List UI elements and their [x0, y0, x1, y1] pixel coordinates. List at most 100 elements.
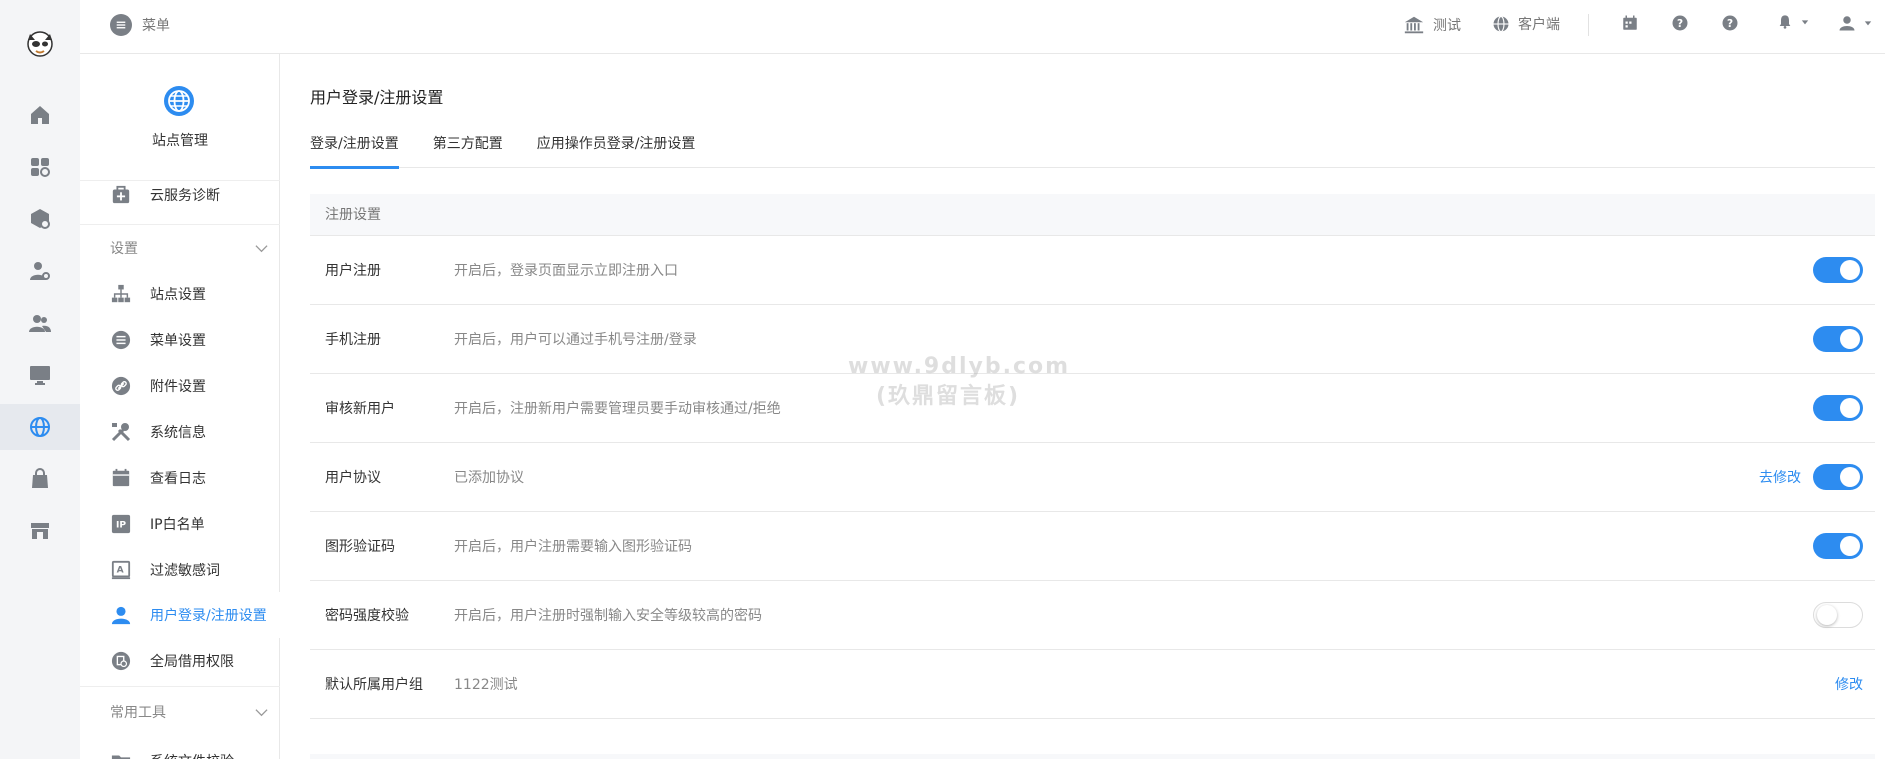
setting-description: 开启后，用户注册需要输入图形验证码 — [454, 539, 692, 555]
tab-operator-login[interactable]: 应用操作员登录/注册设置 — [537, 128, 696, 168]
rail-user-settings-icon[interactable] — [0, 248, 80, 294]
sidebar-group-settings[interactable]: 设置 — [110, 228, 280, 268]
sidebar-item-menu-settings[interactable]: 菜单设置 — [110, 317, 280, 363]
setting-description: 开启后，用户注册时强制输入安全等级较高的密码 — [454, 608, 762, 624]
tools-icon — [110, 421, 132, 443]
sidebar-item-label: 附件设置 — [150, 379, 206, 395]
topbar-item-test[interactable]: 测试 — [1403, 14, 1461, 36]
sidebar-item-label: 查看日志 — [150, 471, 206, 487]
group-label: 常用工具 — [110, 705, 166, 721]
setting-label: 密码强度校验 — [325, 608, 409, 624]
setting-row-captcha: 图形验证码 开启后，用户注册需要输入图形验证码 — [310, 512, 1875, 581]
rail-globe-icon[interactable] — [0, 404, 80, 450]
user-icon — [1839, 16, 1855, 31]
sidebar-item-label: 过滤敏感词 — [150, 563, 220, 579]
setting-row-user-register: 用户注册 开启后，登录页面显示立即注册入口 — [310, 236, 1875, 305]
group-label: 设置 — [110, 241, 138, 257]
bank-icon — [1404, 16, 1424, 34]
rail-box-settings-icon[interactable] — [0, 196, 80, 242]
icon-rail — [0, 0, 80, 759]
sidebar-item-cloud-diagnosis[interactable]: 云服务诊断 — [110, 172, 280, 218]
app-logo[interactable] — [22, 24, 58, 60]
sidebar-item-ip-whitelist[interactable]: IP IP白名单 — [110, 501, 280, 547]
password-strength-toggle[interactable] — [1813, 602, 1863, 628]
sidebar-item-system-file-check[interactable]: 系统文件校验 — [110, 738, 280, 759]
bell-icon — [1779, 15, 1791, 29]
tab-bar: 登录/注册设置 第三方配置 应用操作员登录/注册设置 — [310, 128, 1875, 169]
topbar-item-client[interactable]: 客户端 — [1492, 14, 1560, 34]
setting-description: 1122测试 — [454, 677, 518, 693]
help-button[interactable]: ? — [1671, 14, 1689, 32]
globe-icon — [1493, 15, 1509, 33]
divider — [80, 686, 280, 687]
review-new-user-toggle[interactable] — [1813, 395, 1863, 421]
svg-text:A: A — [117, 566, 124, 576]
topbar-divider — [1588, 14, 1589, 36]
calendar-button[interactable] — [1621, 14, 1639, 32]
rail-apps-icon[interactable] — [0, 144, 80, 190]
setting-row-user-agreement: 用户协议 已添加协议 去修改 — [310, 443, 1875, 512]
sidebar-item-attachment-settings[interactable]: 附件设置 — [110, 363, 280, 409]
sidebar-item-label: IP白名单 — [150, 517, 205, 533]
setting-description: 开启后，用户可以通过手机号注册/登录 — [454, 332, 697, 348]
menu-label: 菜单 — [142, 18, 170, 34]
rail-bag-icon[interactable] — [0, 456, 80, 502]
topbar-item-label: 测试 — [1433, 18, 1461, 34]
help-button-2[interactable]: ? — [1721, 14, 1739, 32]
sidebar-title: 站点管理 — [152, 133, 208, 149]
user-menu-button[interactable] — [1838, 14, 1872, 32]
filter-icon: A — [110, 559, 132, 581]
ip-icon: IP — [110, 513, 132, 535]
sidebar-item-view-logs[interactable]: 查看日志 — [110, 455, 280, 501]
sidebar-item-label: 站点设置 — [150, 287, 206, 303]
list-icon — [110, 14, 132, 36]
top-bar: 菜单 测试 客户端 ? ? — [80, 0, 1885, 54]
chevron-down-icon — [255, 708, 268, 716]
svg-text:?: ? — [1677, 18, 1683, 30]
rail-store-icon[interactable] — [0, 508, 80, 554]
setting-description: 开启后，登录页面显示立即注册入口 — [454, 263, 678, 279]
folder-icon — [110, 750, 132, 759]
user-register-toggle[interactable] — [1813, 257, 1863, 283]
sidebar-item-label: 系统信息 — [150, 425, 206, 441]
setting-row-password-strength: 密码强度校验 开启后，用户注册时强制输入安全等级较高的密码 — [310, 581, 1875, 650]
setting-label: 图形验证码 — [325, 539, 395, 555]
setting-label: 用户注册 — [325, 263, 381, 279]
sidebar-item-label: 云服务诊断 — [150, 188, 220, 204]
page-title: 用户登录/注册设置 — [310, 88, 444, 107]
user-agreement-toggle[interactable] — [1813, 464, 1863, 490]
sidebar-item-user-login-register[interactable]: 用户登录/注册设置 — [110, 592, 280, 638]
sidebar-group-tools[interactable]: 常用工具 — [110, 692, 280, 732]
sidebar-item-global-permission[interactable]: 全局借用权限 — [110, 638, 280, 684]
edit-user-group-link[interactable]: 修改 — [1835, 674, 1863, 694]
menu-toggle-button[interactable]: 菜单 — [110, 14, 170, 36]
sidebar-header: 站点管理 — [80, 54, 280, 180]
rail-users-icon[interactable] — [0, 300, 80, 346]
medical-kit-icon — [110, 184, 132, 206]
notification-button[interactable] — [1777, 14, 1809, 30]
tab-third-party[interactable]: 第三方配置 — [433, 128, 503, 168]
section-title: 注册设置 — [310, 194, 1875, 236]
setting-label: 审核新用户 — [325, 401, 395, 417]
phone-register-toggle[interactable] — [1813, 326, 1863, 352]
sidebar-item-label: 系统文件校验 — [150, 751, 234, 759]
sidebar-item-filter-words[interactable]: A 过滤敏感词 — [110, 547, 280, 593]
captcha-toggle[interactable] — [1813, 533, 1863, 559]
topbar-item-label: 客户端 — [1518, 17, 1560, 33]
link-icon — [110, 375, 132, 397]
chevron-down-icon — [255, 244, 268, 252]
sidebar-item-site-settings[interactable]: 站点设置 — [110, 271, 280, 317]
rail-home-icon[interactable] — [0, 92, 80, 138]
setting-label: 用户协议 — [325, 470, 381, 486]
edit-agreement-link[interactable]: 去修改 — [1759, 467, 1801, 487]
setting-description: 开启后，注册新用户需要管理员要手动审核通过/拒绝 — [454, 401, 781, 417]
setting-label: 默认所属用户组 — [325, 677, 423, 693]
setting-label: 手机注册 — [325, 332, 381, 348]
tab-login-register[interactable]: 登录/注册设置 — [310, 128, 399, 169]
sidebar-item-system-info[interactable]: 系统信息 — [110, 409, 280, 455]
svg-text:?: ? — [1727, 18, 1733, 30]
help-icon: ? — [1722, 15, 1738, 31]
caret-down-icon — [1801, 20, 1809, 25]
sidebar-item-label: 全局借用权限 — [150, 654, 234, 670]
rail-monitor-icon[interactable] — [0, 352, 80, 398]
